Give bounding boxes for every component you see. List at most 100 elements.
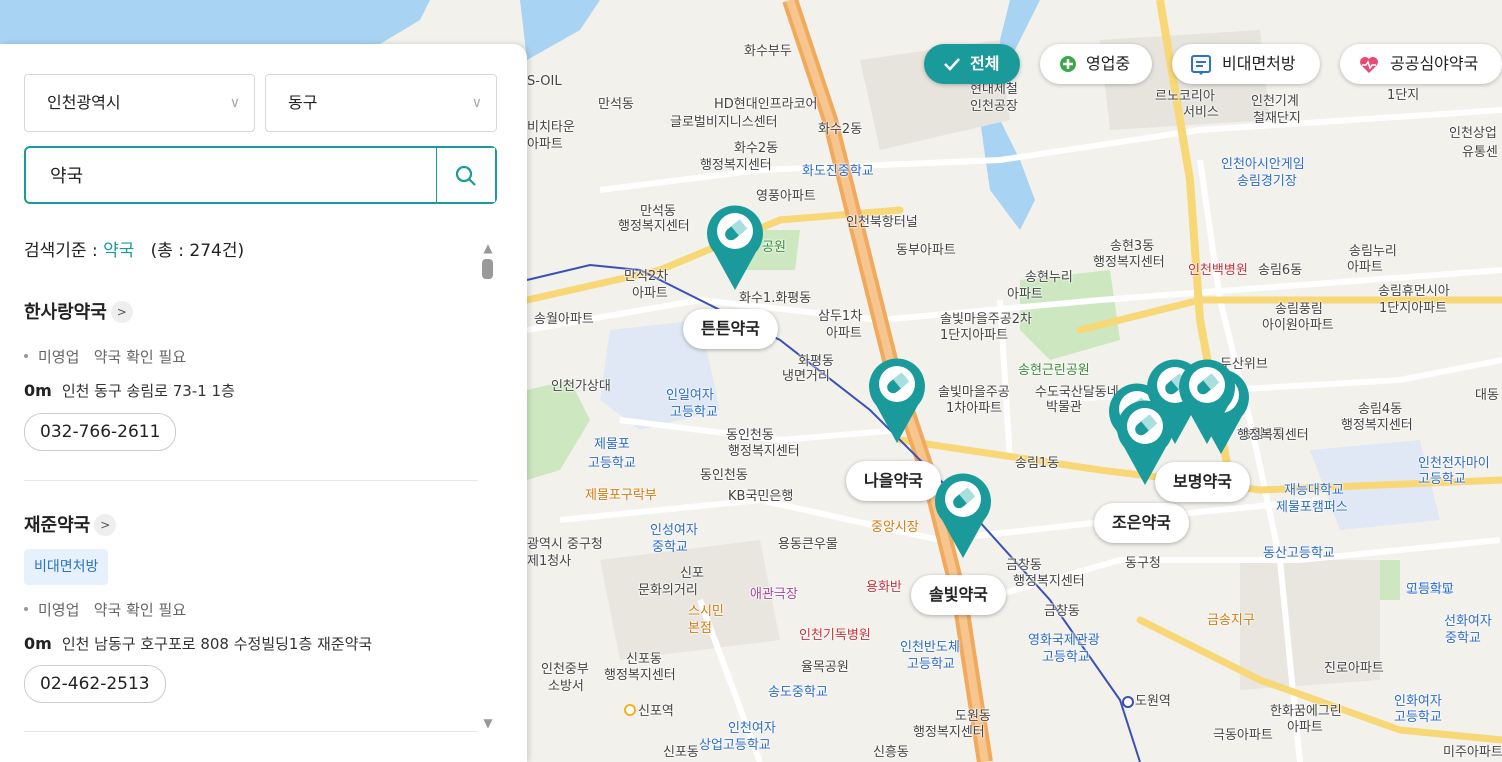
scroll-down-arrow[interactable]: ▼	[481, 717, 495, 729]
result-item: 한사랑약국 > 미영업 약국 확인 필요 0m 인천 동구 송림로 73-1 1층 …	[24, 280, 478, 481]
map-label: 송림6동	[1258, 263, 1303, 278]
map-label: 금창동	[1044, 604, 1080, 619]
map-label: 행정복지센터	[913, 725, 985, 740]
chevron-right-icon[interactable]: >	[110, 301, 133, 323]
plus-circle-icon	[1060, 56, 1076, 72]
scroll-up-arrow[interactable]: ▲	[481, 242, 495, 254]
phone-button[interactable]: 032-766-2611	[24, 413, 177, 451]
map-label: 송현누리	[1025, 270, 1073, 285]
result-name[interactable]: 한사랑약국	[24, 298, 107, 324]
map-label: 율목공원	[801, 660, 849, 675]
map-label: 아파트	[527, 137, 563, 152]
map-label: 철재단지	[1253, 111, 1301, 126]
status-note: 약국 확인 필요	[93, 348, 187, 366]
map-label: 행정복지센터	[618, 219, 690, 234]
chevron-right-icon[interactable]: >	[94, 514, 117, 536]
map-label: 고등학교	[1406, 582, 1454, 597]
filter-nonface-button[interactable]: 비대면처방	[1172, 44, 1320, 84]
map-label: 솔빛마을주공2차	[940, 312, 1032, 327]
map-label: 인천기계	[1251, 94, 1299, 109]
map-label: 동인천동	[700, 468, 748, 483]
pharmacy-marker-label[interactable]: 보명약국	[1155, 462, 1250, 502]
map-label: 인천중부	[541, 662, 589, 677]
map-label: 송도중학교	[768, 685, 828, 700]
map-label: 냉면거리	[782, 369, 830, 384]
bullet-icon	[24, 354, 28, 358]
map-label: 광역시 중구청	[527, 537, 603, 552]
map-label: 인천백병원	[1188, 263, 1248, 278]
map-label: 동부아파트	[896, 243, 956, 258]
map-label: 제1청사	[527, 554, 572, 569]
result-name[interactable]: 재준약국	[24, 511, 90, 537]
map-label: 아이원아파트	[1262, 318, 1334, 333]
filter-all-label: 전체	[970, 54, 1000, 73]
district-select[interactable]: 동구 ∨	[265, 74, 497, 132]
distance: 0m	[24, 634, 52, 653]
map-label: 고등학교	[670, 405, 718, 420]
map-label: 인화여자	[1394, 694, 1442, 709]
search-criteria: 검색기준 : 약국 (총 : 274건)	[24, 236, 244, 261]
search-input[interactable]	[50, 148, 450, 202]
map-label: 인천아시안게임	[1221, 157, 1305, 172]
map-label: 만석동	[598, 97, 634, 112]
map-label: 르노코리아	[1155, 89, 1215, 104]
map-label: 화수2동	[818, 122, 863, 137]
map-label: 만석2차	[624, 269, 669, 284]
filter-night-button[interactable]: 공공심야약국	[1340, 44, 1502, 84]
map-label: 삼두1차	[818, 309, 863, 324]
result-address: 0m 인천 남동구 호구포로 808 수정빌딩1층 재준약국	[24, 633, 372, 654]
map-label: 만석동	[640, 204, 676, 219]
map-label: 고등학교	[1394, 710, 1442, 725]
pharmacy-pin-icon[interactable]	[704, 200, 766, 292]
result-item: 재준약국 > 비대면처방 미영업 약국 확인 필요 0m 인천 남동구 호구포로 8…	[24, 481, 478, 732]
search-button[interactable]	[436, 148, 495, 202]
check-icon	[944, 58, 960, 71]
search-icon	[455, 165, 476, 186]
map-label: 한화꿈에그린	[1270, 704, 1342, 719]
criteria-keyword: 약국	[103, 241, 135, 261]
map-label: 아파트	[1007, 287, 1043, 302]
city-select-value: 인천광역시	[47, 93, 121, 112]
scrollbar-thumb[interactable]	[482, 259, 493, 279]
criteria-prefix: 검색기준 :	[24, 241, 98, 261]
pharmacy-marker-label[interactable]: 튼튼약국	[683, 309, 778, 349]
address-text: 인천 남동구 호구포로 808 수정빌딩1층 재준약국	[61, 635, 373, 653]
map-label: 글로벌비지니스센터	[670, 115, 778, 130]
map-label: 서비스	[1183, 105, 1219, 120]
status-text: 미영업	[38, 348, 80, 366]
map-label: 본점	[688, 621, 712, 636]
map-label: 용동큰우물	[778, 537, 838, 552]
filter-open-button[interactable]: 영업중	[1040, 44, 1152, 84]
map-label: 화수1.화평동	[739, 291, 812, 306]
map-label: 화평동	[798, 354, 834, 369]
map-label: 인천공장	[970, 99, 1018, 114]
district-select-value: 동구	[288, 93, 318, 112]
status-text: 미영업	[38, 601, 80, 619]
chevron-down-icon: ∨	[471, 95, 482, 111]
address-text: 인천 동구 송림로 73-1 1층	[61, 382, 235, 400]
filter-all-button[interactable]: 전체	[924, 44, 1020, 84]
map-label: 아파트	[1347, 260, 1383, 275]
result-status: 미영업 약국 확인 필요	[24, 346, 186, 367]
map-label: 송림경기장	[1237, 174, 1297, 189]
map-label: 인천상업	[1449, 126, 1497, 141]
city-select[interactable]: 인천광역시 ∨	[24, 74, 255, 132]
map-label: 금창동	[1006, 558, 1042, 573]
map-label: 송현3동	[1110, 239, 1155, 254]
pharmacy-pin-icon[interactable]	[1176, 354, 1238, 446]
map-label: 아파트	[1287, 720, 1323, 735]
pharmacy-marker-label[interactable]: 나을약국	[846, 461, 941, 501]
pharmacy-marker-label[interactable]: 솔빛약국	[911, 575, 1006, 615]
phone-button[interactable]: 02-462-2513	[24, 665, 166, 703]
map-label: 신포동	[626, 652, 662, 667]
map-label: 신포동	[663, 745, 699, 760]
pharmacy-marker-label[interactable]: 조은약국	[1094, 503, 1189, 543]
result-status: 미영업 약국 확인 필요	[24, 599, 186, 620]
pharmacy-pin-icon[interactable]	[932, 468, 994, 560]
map-label: 대동	[1475, 388, 1499, 403]
map-label: 영화국제관광	[1028, 633, 1100, 648]
filter-nonface-label: 비대면처방	[1222, 54, 1296, 73]
map-label: 인성여자	[650, 523, 698, 538]
pharmacy-pin-icon[interactable]	[866, 353, 928, 445]
search-box	[24, 146, 497, 204]
